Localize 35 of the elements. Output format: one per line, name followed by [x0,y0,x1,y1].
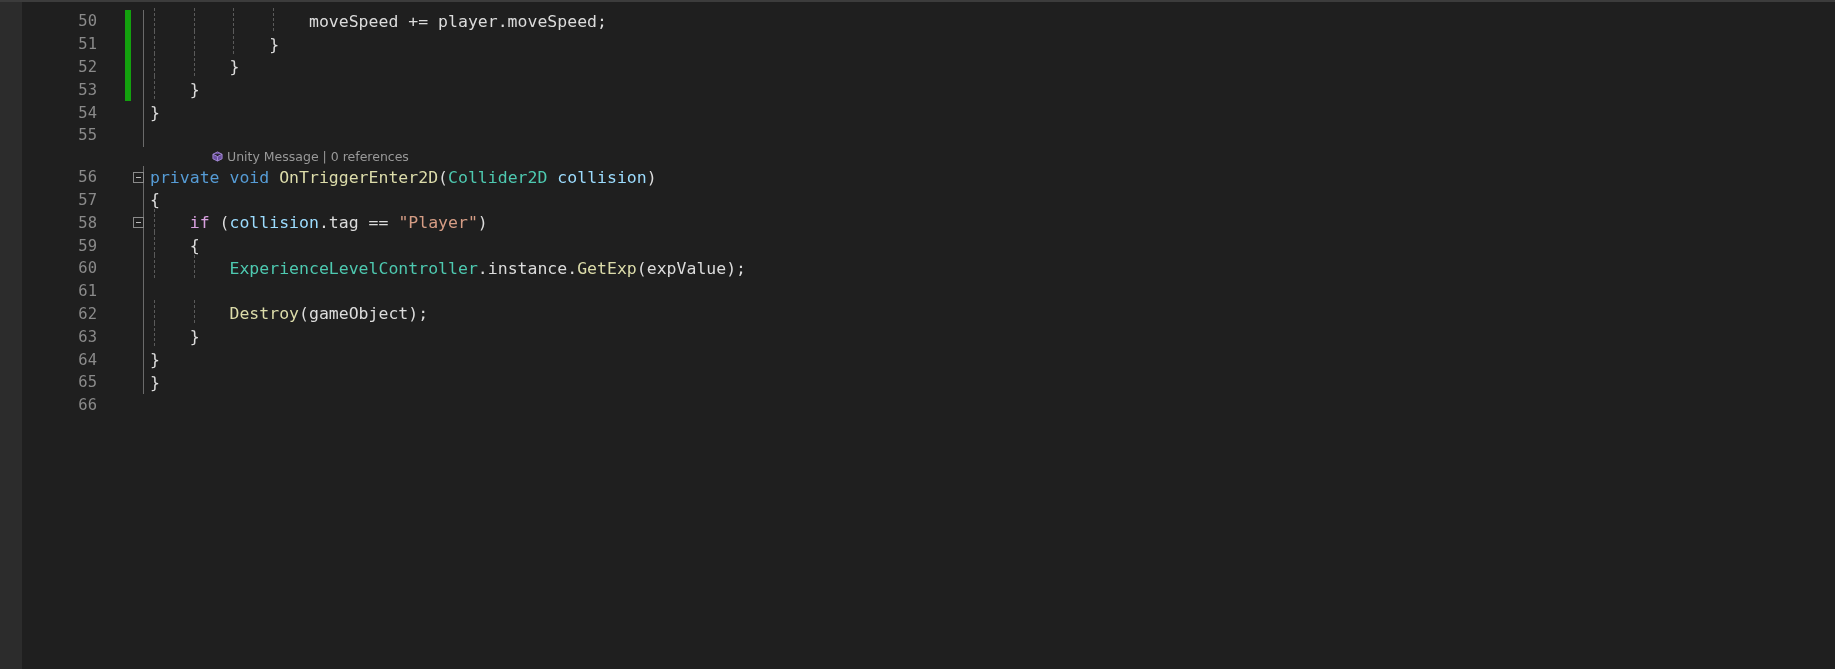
code-line: { [188,236,200,256]
line-number: 51 [77,35,97,54]
code-line: } [268,34,280,54]
line-number: 61 [77,282,97,301]
code-line: moveSpeed += player.moveSpeed; [307,11,607,31]
collapse-icon[interactable] [133,171,144,183]
code-line: } [188,80,200,100]
line-number: 60 [77,259,97,278]
line-number: 65 [77,373,97,392]
code-line: } [150,103,160,123]
code-line: Destroy(gameObject); [228,304,429,324]
line-number: 52 [77,58,97,76]
line-number: 55 [77,126,97,145]
code-line: } [150,372,160,392]
codelens-text[interactable]: Unity Message | 0 references [227,148,409,164]
code-line: if (collision.tag == "Player") [188,213,488,233]
line-number: 56 [77,168,97,187]
line-number: 62 [77,304,97,323]
line-number: 64 [77,350,97,369]
code-line: ExperienceLevelController.instance.GetExp(expValue); [228,258,747,278]
cube-icon [212,150,223,162]
line-number: 50 [77,12,97,31]
code-line: { [150,190,160,210]
line-number: 54 [77,103,97,122]
collapse-icon[interactable] [133,217,144,229]
code-line: } [150,350,160,370]
line-number: 53 [77,80,97,99]
line-number: 59 [77,236,97,255]
code-line: } [228,57,240,77]
line-number: 66 [77,396,97,415]
line-number: 58 [77,213,97,232]
line-number: 63 [77,327,97,346]
code-line: private void OnTriggerEnter2D(Collider2D collision) [150,167,657,187]
line-number: 57 [77,190,97,209]
code-line: } [188,327,200,347]
